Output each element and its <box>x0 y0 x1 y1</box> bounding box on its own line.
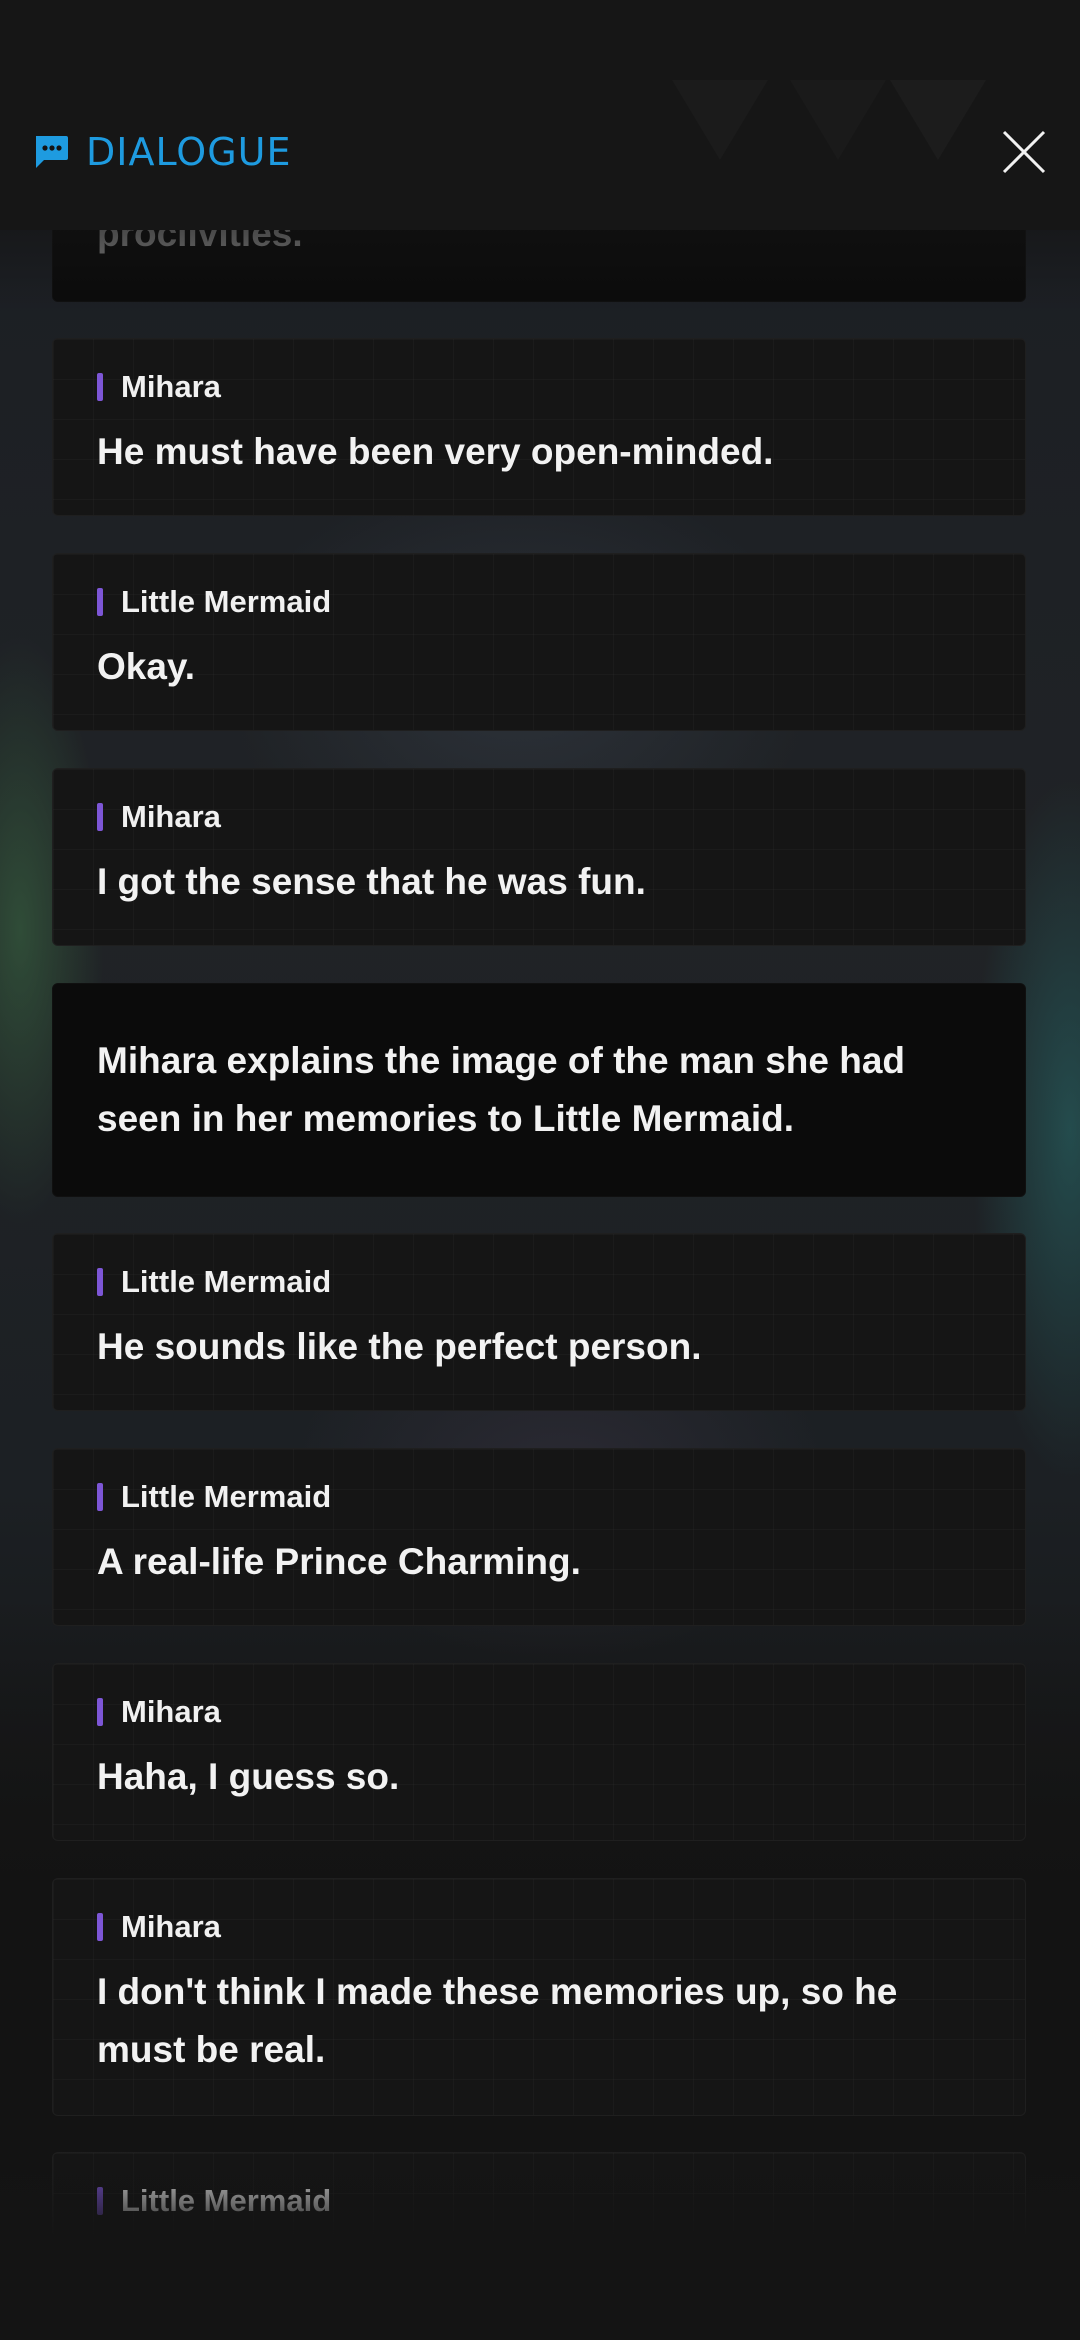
speaker-name: Mihara <box>121 799 221 834</box>
speaker-name: Mihara <box>121 1694 221 1729</box>
dialogue-narration: Mihara explains the image of the man she… <box>52 983 1026 1197</box>
speaker-tag: Mihara <box>97 1694 221 1730</box>
speaker-tag: Mihara <box>97 1909 221 1945</box>
header-decoration <box>890 80 986 160</box>
speaker-name: Little Mermaid <box>121 2183 332 2218</box>
close-icon <box>1002 130 1046 174</box>
speaker-tag: Little Mermaid <box>97 1479 331 1515</box>
speaker-name: Mihara <box>121 1909 221 1944</box>
speaker-name: Mihara <box>121 369 221 404</box>
speaker-name: Little Mermaid <box>121 584 332 619</box>
speaker-tag: Little Mermaid <box>97 2183 331 2219</box>
dialogue-header: DIALOGUE <box>0 0 1080 230</box>
page-title: DIALOGUE <box>86 130 292 174</box>
speaker-marker <box>97 1698 103 1726</box>
dialogue-text: A real-life Prince Charming. <box>97 1541 581 1582</box>
dialogue-text: He must have been very open-minded. <box>97 431 774 472</box>
dialogue-entry: Little Mermaid He sounds like the perfec… <box>52 1233 1026 1411</box>
speaker-marker <box>97 373 103 401</box>
dialogue-entry: Little Mermaid <box>52 2152 1026 2330</box>
dialogue-text: I got the sense that he was fun. <box>97 861 646 902</box>
speaker-marker <box>97 1268 103 1296</box>
dialogue-entry: Mihara I got the sense that he was fun. <box>52 768 1026 946</box>
dialogue-text: He sounds like the perfect person. <box>97 1326 702 1367</box>
speaker-tag: Little Mermaid <box>97 1264 331 1300</box>
narration-text: Mihara explains the image of the man she… <box>97 1040 906 1139</box>
chat-bubble-icon <box>36 136 68 168</box>
dialogue-text: Haha, I guess so. <box>97 1756 400 1797</box>
dialogue-log-screen: proclivities. Mihara He must have been v… <box>0 0 1080 2340</box>
header-decoration <box>790 80 886 160</box>
speaker-name: Little Mermaid <box>121 1479 332 1514</box>
speaker-marker <box>97 2187 103 2215</box>
dialogue-entry: Mihara He must have been very open-minde… <box>52 338 1026 516</box>
close-button[interactable] <box>994 122 1054 182</box>
dialogue-entry: Mihara I don't think I made these memori… <box>52 1878 1026 2116</box>
speaker-marker <box>97 1913 103 1941</box>
header-title-group: DIALOGUE <box>32 128 291 176</box>
dialogue-entry: Mihara Haha, I guess so. <box>52 1663 1026 1841</box>
speaker-tag: Mihara <box>97 799 221 835</box>
dialogue-entry: Little Mermaid A real-life Prince Charmi… <box>52 1448 1026 1626</box>
speaker-name: Little Mermaid <box>121 1264 332 1299</box>
dialogue-text: Okay. <box>97 646 196 687</box>
dialogue-entry: Little Mermaid Okay. <box>52 553 1026 731</box>
dialogue-text: I don't think I made these memories up, … <box>97 1971 898 2070</box>
speaker-marker <box>97 588 103 616</box>
speaker-tag: Little Mermaid <box>97 584 331 620</box>
speaker-tag: Mihara <box>97 369 221 405</box>
header-decoration <box>672 80 768 160</box>
speaker-marker <box>97 803 103 831</box>
speaker-marker <box>97 1483 103 1511</box>
